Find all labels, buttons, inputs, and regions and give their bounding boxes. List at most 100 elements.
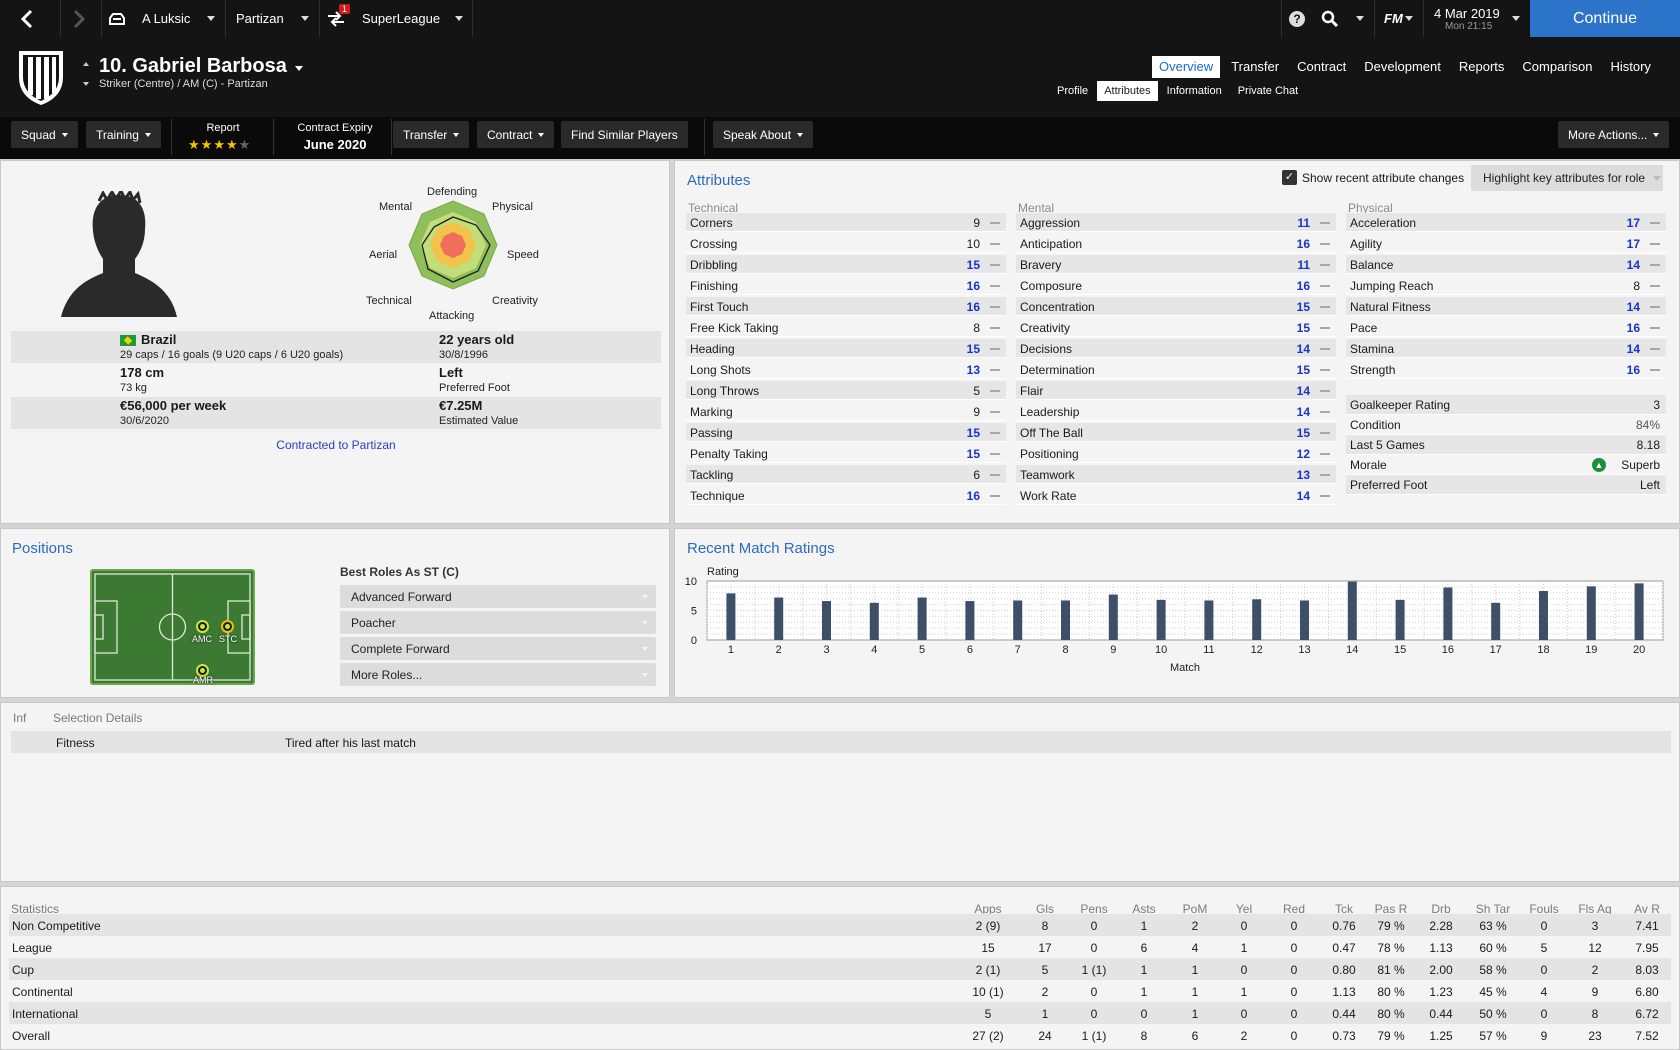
attribute-row[interactable]: Teamwork 13: [1016, 465, 1336, 484]
stats-cell: 7.41: [1635, 919, 1659, 933]
attribute-row[interactable]: Creativity 15: [1016, 318, 1336, 337]
subtab-information[interactable]: Information: [1160, 81, 1229, 101]
find-similar-players-button[interactable]: Find Similar Players: [561, 121, 688, 148]
attribute-row[interactable]: Off The Ball 15: [1016, 423, 1336, 442]
manager-dropdown-caret[interactable]: [207, 0, 215, 37]
attribute-row[interactable]: Penalty Taking 15: [686, 444, 1006, 463]
attribute-row[interactable]: Work Rate 14: [1016, 486, 1336, 505]
transfer-button[interactable]: Transfer: [393, 121, 470, 148]
stats-table-row[interactable]: International 5 1 0 0 1 0 0 0.44 80 % 0.44 50 % 0 8 6.…: [9, 1002, 1671, 1024]
tab-reports[interactable]: Reports: [1452, 56, 1512, 78]
stats-table-row[interactable]: Continental 10 (1) 2 0 1 1 1 0 1.13 80 % 1.23 45 % 4…: [9, 980, 1671, 1002]
attribute-row[interactable]: Positioning 12: [1016, 444, 1336, 463]
position-marker-amc[interactable]: [196, 620, 209, 633]
stats-table-row[interactable]: Overall 27 (2) 24 1 (1) 8 6 2 0 0.73 79 % 1.25 57 %…: [9, 1024, 1671, 1046]
home-icon[interactable]: [108, 0, 126, 37]
contract-expiry-value: June 2020: [303, 137, 367, 152]
subtab-profile[interactable]: Profile: [1050, 81, 1095, 101]
attribute-row[interactable]: Long Throws 5: [686, 381, 1006, 400]
more-roles-button[interactable]: More Roles...: [340, 663, 656, 686]
attribute-row[interactable]: Dribbling 15: [686, 255, 1006, 274]
role-advanced-forward-button[interactable]: Advanced Forward: [340, 585, 656, 608]
date-of-birth: 30/8/1996: [439, 349, 488, 361]
attribute-row[interactable]: Balance 14: [1346, 255, 1666, 274]
attribute-row[interactable]: Technique 16: [686, 486, 1006, 505]
attribute-row[interactable]: Long Shots 13: [686, 360, 1006, 379]
attribute-row[interactable]: Heading 15: [686, 339, 1006, 358]
search-icon[interactable]: [1321, 0, 1339, 37]
tab-development[interactable]: Development: [1357, 56, 1448, 78]
next-player-icon[interactable]: [83, 82, 89, 86]
role-complete-forward-button[interactable]: Complete Forward: [340, 637, 656, 660]
attribute-row[interactable]: Finishing 16: [686, 276, 1006, 295]
chart-x-tick: 8: [1062, 644, 1068, 656]
club-dropdown-caret[interactable]: [301, 0, 309, 37]
help-icon[interactable]: ?: [1288, 0, 1306, 37]
attribute-row[interactable]: Flair 14: [1016, 381, 1336, 400]
attribute-row[interactable]: Passing 15: [686, 423, 1006, 442]
attribute-row[interactable]: Corners 9: [686, 213, 1006, 232]
attribute-row[interactable]: Decisions 14: [1016, 339, 1336, 358]
previous-player-icon[interactable]: [83, 62, 89, 66]
tab-history[interactable]: History: [1603, 56, 1657, 78]
attribute-row[interactable]: Determination 15: [1016, 360, 1336, 379]
attribute-row[interactable]: Stamina 14: [1346, 339, 1666, 358]
attribute-row[interactable]: Marking 9: [686, 402, 1006, 421]
contract-button[interactable]: Contract: [477, 121, 555, 148]
forward-arrow-icon[interactable]: [70, 0, 88, 37]
subtab-private-chat[interactable]: Private Chat: [1231, 81, 1306, 101]
contracted-to-link[interactable]: Contracted to Partizan: [1, 438, 671, 452]
attribute-row[interactable]: Free Kick Taking 8: [686, 318, 1006, 337]
ratings-bar-chart: Rating05101 2 3 4 5 6 7 8 9 10 11 12 13 14 15 16 17 18 19 2…: [685, 566, 1664, 674]
show-recent-changes-checkbox[interactable]: ✓ Show recent attribute changes: [1282, 170, 1464, 185]
back-arrow-icon[interactable]: [18, 0, 36, 37]
squad-button[interactable]: Squad: [11, 121, 78, 148]
role-label: Poacher: [351, 616, 396, 630]
stats-table-row[interactable]: Non Competitive 2 (9) 8 0 1 2 0 0 0.76 79 % 2.28 63…: [9, 914, 1671, 936]
tab-contract[interactable]: Contract: [1290, 56, 1353, 78]
stats-table-row[interactable]: Cup 2 (1) 5 1 (1) 1 1 0 0 0.80 81 % 2.00 58 % 0 2 8.03: [9, 958, 1671, 980]
position-marker-stc[interactable]: [221, 620, 234, 633]
attribute-row[interactable]: Concentration 15: [1016, 297, 1336, 316]
attribute-row[interactable]: Aggression 11: [1016, 213, 1336, 232]
attribute-row[interactable]: Crossing 10: [686, 234, 1006, 253]
fm-menu[interactable]: FM: [1384, 0, 1403, 37]
role-poacher-button[interactable]: Poacher: [340, 611, 656, 634]
highlight-key-attributes-dropdown[interactable]: Highlight key attributes for role: [1471, 165, 1663, 191]
attribute-row[interactable]: Strength 16: [1346, 360, 1666, 379]
selection-row[interactable]: Fitness Tired after his last match: [11, 731, 1671, 753]
league-dropdown-caret[interactable]: [455, 0, 463, 37]
attribute-row[interactable]: Jumping Reach 8: [1346, 276, 1666, 295]
tab-transfer[interactable]: Transfer: [1224, 56, 1286, 78]
attribute-name: Long Shots: [690, 363, 751, 377]
attribute-row[interactable]: Bravery 11: [1016, 255, 1336, 274]
stats-table-row[interactable]: League 15 17 0 6 4 1 0 0.47 78 % 1.13 60 % 5 12 7.95: [9, 936, 1671, 958]
continue-button[interactable]: Continue: [1530, 0, 1680, 37]
more-actions-button[interactable]: More Actions...: [1558, 121, 1670, 148]
manager-menu[interactable]: A Luksic: [142, 0, 190, 37]
no-change-dash-icon: [990, 222, 1000, 224]
attribute-row[interactable]: Tackling 6: [686, 465, 1006, 484]
attribute-row[interactable]: Agility 17: [1346, 234, 1666, 253]
attribute-row[interactable]: Pace 16: [1346, 318, 1666, 337]
attribute-row[interactable]: Natural Fitness 14: [1346, 297, 1666, 316]
tab-overview[interactable]: Overview: [1152, 56, 1221, 78]
club-menu[interactable]: Partizan: [236, 0, 284, 37]
attribute-row[interactable]: First Touch 16: [686, 297, 1006, 316]
fm-dropdown-caret[interactable]: [1405, 0, 1413, 37]
subtab-attributes[interactable]: Attributes: [1097, 81, 1158, 101]
attribute-row[interactable]: Composure 16: [1016, 276, 1336, 295]
date-dropdown-caret[interactable]: [1512, 0, 1520, 37]
chart-x-tick: 3: [823, 644, 829, 656]
training-button[interactable]: Training: [86, 121, 161, 148]
attribute-row[interactable]: Anticipation 16: [1016, 234, 1336, 253]
transfer-notification-icon[interactable]: 1: [326, 0, 351, 37]
attribute-row[interactable]: Leadership 14: [1016, 402, 1336, 421]
player-menu-chevron-icon[interactable]: [295, 66, 303, 71]
speak-about-button[interactable]: Speak About: [713, 121, 814, 148]
tab-comparison[interactable]: Comparison: [1515, 56, 1599, 78]
chart-bar: [869, 602, 879, 640]
attribute-row[interactable]: Acceleration 17: [1346, 213, 1666, 232]
league-menu[interactable]: SuperLeague: [362, 0, 440, 37]
search-dropdown-caret[interactable]: [1356, 0, 1364, 37]
